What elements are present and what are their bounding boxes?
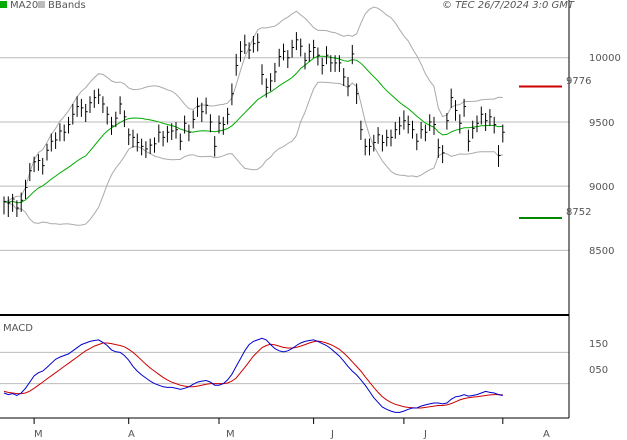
month-label: A bbox=[543, 429, 550, 440]
month-label: J bbox=[423, 429, 427, 440]
macd-tick-label: 150 bbox=[589, 339, 608, 350]
resistance-level-label: 9776 bbox=[566, 76, 591, 87]
stock-chart: MA20 BBands © TEC 26/7/2024 3:0 GMT 9776… bbox=[0, 0, 627, 440]
ma-legend-label: MA20 bbox=[10, 0, 38, 11]
price-tick-label: 9500 bbox=[589, 118, 614, 129]
bbands-legend-label: BBands bbox=[48, 0, 86, 11]
month-label: M bbox=[34, 429, 43, 440]
source-label: © TEC 26/7/2024 3:0 GMT bbox=[442, 0, 575, 11]
ma-legend-swatch bbox=[0, 1, 7, 8]
month-label: M bbox=[226, 429, 235, 440]
macd-tick-label: 050 bbox=[589, 365, 608, 376]
chart-root: MA20 BBands © TEC 26/7/2024 3:0 GMT 9776… bbox=[0, 0, 627, 440]
support-level-label: 8752 bbox=[566, 207, 591, 218]
month-label: A bbox=[128, 429, 135, 440]
bbands-legend-swatch bbox=[38, 1, 45, 8]
month-label: J bbox=[330, 429, 334, 440]
macd-title: MACD bbox=[3, 323, 33, 334]
price-tick-label: 8500 bbox=[589, 246, 614, 257]
chart-background bbox=[0, 0, 627, 440]
price-tick-label: 9000 bbox=[589, 182, 614, 193]
price-tick-label: 10000 bbox=[589, 53, 621, 64]
